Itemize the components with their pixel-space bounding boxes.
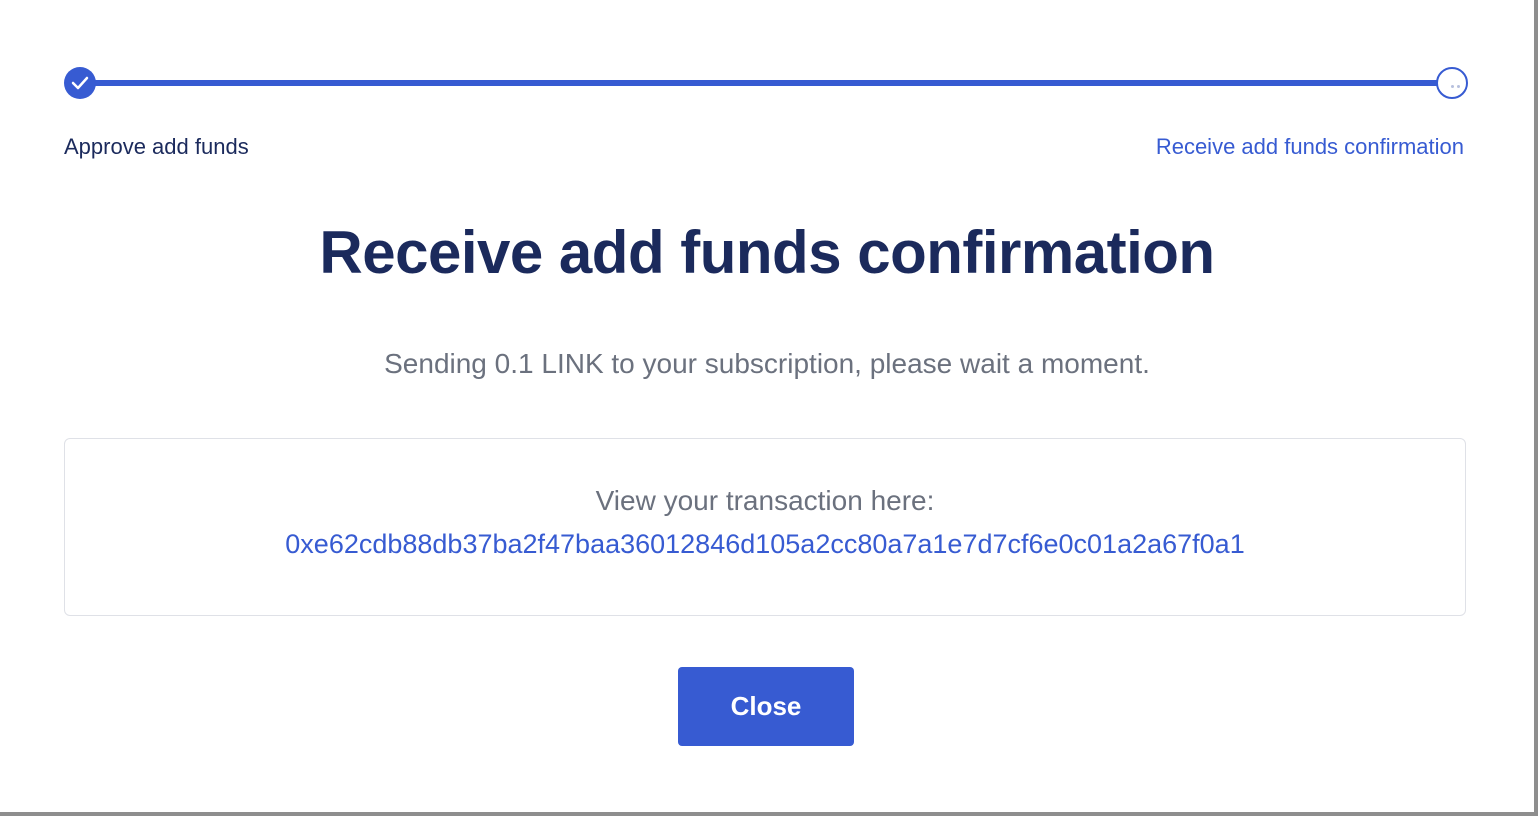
close-button[interactable]: Close <box>678 667 854 746</box>
progress-stepper <box>64 66 1468 100</box>
step-complete-indicator <box>64 67 96 99</box>
modal-title: Receive add funds confirmation <box>319 219 1215 286</box>
modal-subtitle: Sending 0.1 LINK to your subscription, p… <box>384 348 1150 379</box>
stepper-track <box>80 80 1452 86</box>
step-label-approve: Approve add funds <box>64 134 249 159</box>
add-funds-modal: Approve add funds Receive add funds conf… <box>0 0 1538 816</box>
transaction-label: View your transaction here: <box>595 485 935 516</box>
transaction-hash-link[interactable]: 0xe62cdb88db37ba2f47baa36012846d105a2cc8… <box>285 529 1244 560</box>
transaction-box: View your transaction here: 0xe62cdb88db… <box>64 438 1466 616</box>
step-pending-indicator <box>1436 67 1468 99</box>
loading-dots-icon <box>1450 84 1460 88</box>
step-label-receive: Receive add funds confirmation <box>1155 134 1464 159</box>
checkmark-icon <box>71 76 89 90</box>
